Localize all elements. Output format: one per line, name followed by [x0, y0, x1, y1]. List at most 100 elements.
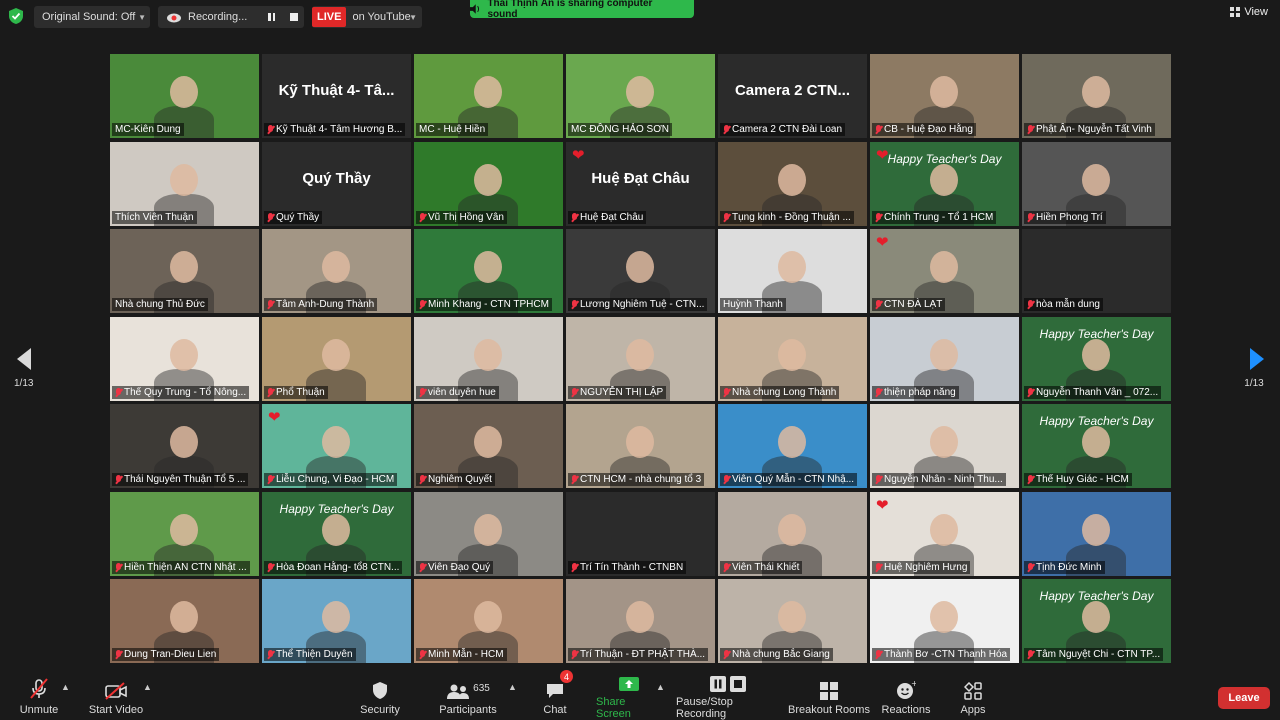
video-tile[interactable]: Lương Nghiêm Tuệ - CTN... — [566, 229, 715, 313]
live-badge: LIVE — [312, 7, 347, 27]
video-options-caret-icon[interactable]: ▲ — [143, 682, 152, 692]
video-tile[interactable]: Kỹ Thuật 4- Tâ... Kỹ Thuật 4- Tâm Hương B… — [262, 54, 411, 138]
participants-button[interactable]: 635 Participants — [436, 674, 500, 720]
video-tile[interactable]: Dung Tran-Dieu Lien — [110, 579, 259, 663]
participant-name-label: Thành Bơ -CTN Thanh Hóa — [872, 648, 1011, 661]
mic-muted-icon — [1027, 387, 1034, 397]
breakout-rooms-icon — [820, 682, 838, 700]
mic-muted-icon — [723, 125, 730, 134]
arrow-left-icon[interactable] — [16, 348, 31, 370]
apps-button[interactable]: Apps — [954, 674, 992, 720]
mic-muted-icon — [723, 650, 730, 659]
original-sound-toggle[interactable]: Original Sound: Off ▼ — [34, 6, 150, 28]
video-tile[interactable]: Vũ Thị Hồng Vân — [414, 141, 563, 226]
video-tile[interactable]: ❤ Liễu Chung, Vi Đạo - HCM — [262, 404, 411, 488]
participant-name: Tịnh Đức Minh — [1036, 561, 1102, 573]
video-tile[interactable]: MC - Huệ Hiền — [414, 54, 563, 138]
video-tile[interactable]: Happy Teacher's Day Thế Huy Giác - HCM — [1022, 404, 1171, 488]
video-tile[interactable]: Thế Quy Trung - Tổ Nông... — [110, 316, 259, 401]
video-tile[interactable]: Thích Viên Thuận — [110, 141, 259, 226]
video-tile[interactable]: Trí Thuận - ĐT PHẬT THÀ... — [566, 579, 715, 663]
video-tile[interactable]: Nhà chung Long Thành — [718, 316, 867, 401]
video-tile[interactable]: Tâm Anh-Dung Thành — [262, 229, 411, 313]
participants-caret-icon[interactable]: ▲ — [508, 682, 517, 692]
video-tile[interactable]: Quý Thầy Quý Thầy — [262, 141, 411, 226]
video-tile[interactable]: CTN HCM - nhà chung tổ 3 — [566, 404, 715, 488]
video-tile[interactable]: Happy Teacher's Day Tâm Nguyệt Chi - CTN … — [1022, 579, 1171, 663]
unmute-button[interactable]: Unmute — [14, 674, 64, 720]
video-tile[interactable]: viên duyên hue — [414, 316, 563, 401]
video-tile[interactable]: Nguyễn Nhân - Ninh Thu... — [870, 404, 1019, 488]
video-tile[interactable]: Minh Khang - CTN TPHCM — [414, 229, 563, 313]
share-options-caret-icon[interactable]: ▲ — [656, 682, 665, 692]
video-tile[interactable]: ❤ Huệ Nghiêm Hưng — [870, 491, 1019, 576]
video-tile[interactable]: Nhà chung Thủ Đức — [110, 229, 259, 313]
person-head — [474, 251, 502, 283]
video-tile[interactable]: Thái Nguyên Thuận Tổ 5 ... — [110, 404, 259, 488]
video-tile[interactable]: Tụng kinh - Đồng Thuận ... — [718, 141, 867, 226]
video-tile[interactable]: Thể Thiện Duyên — [262, 579, 411, 663]
video-tile[interactable]: Happy Teacher's Day ❤ Chính Trung - Tổ 1 H… — [870, 141, 1019, 226]
video-tile[interactable]: Nhà chung Bắc Giang — [718, 579, 867, 663]
pause-icon — [710, 676, 726, 692]
video-tile[interactable]: CB - Huệ Đạo Hằng — [870, 54, 1019, 138]
participant-name: Tụng kinh - Đồng Thuận ... — [732, 211, 851, 223]
video-tile[interactable]: Happy Teacher's Day Hòa Đoan Hằng- tổ8 CT… — [262, 491, 411, 576]
mic-muted-icon — [723, 387, 730, 397]
video-tile[interactable]: Viên Đạo Quý — [414, 491, 563, 576]
video-tile[interactable]: MC-Kiên Dung — [110, 54, 259, 138]
share-screen-button[interactable]: Share Screen — [596, 674, 662, 720]
participant-name: Tâm Nguyệt Chi - CTN TP... — [1036, 649, 1161, 660]
live-on-youtube[interactable]: LIVE on YouTube ▼ — [312, 6, 422, 28]
video-tile[interactable]: Phật Ân- Nguyễn Tất Vinh — [1022, 54, 1171, 138]
video-tile[interactable]: Minh Mẫn - HCM — [414, 579, 563, 663]
participant-name: hòa mẫn dung — [1036, 299, 1100, 310]
participant-name: Hiền Phong Trí — [1036, 211, 1103, 223]
video-tile[interactable]: Huỳnh Thanh — [718, 229, 867, 313]
chevron-down-icon[interactable]: ▼ — [138, 13, 146, 22]
leave-button[interactable]: Leave — [1218, 687, 1270, 709]
video-tile[interactable]: hòa mẫn dung — [1022, 229, 1171, 313]
video-tile[interactable]: thiện pháp năng — [870, 316, 1019, 401]
audio-options-caret-icon[interactable]: ▲ — [61, 682, 70, 692]
video-tile[interactable]: Thành Bơ -CTN Thanh Hóa — [870, 579, 1019, 663]
person-head — [170, 338, 198, 371]
security-shield-icon[interactable] — [9, 8, 23, 24]
chat-button[interactable]: 4 Chat — [537, 670, 573, 720]
pause-stop-recording-button[interactable]: Pause/Stop Recording — [676, 674, 780, 720]
video-tile[interactable]: Trí Tín Thành - CTNBN — [566, 491, 715, 576]
breakout-rooms-button[interactable]: Breakout Rooms — [788, 674, 870, 720]
recording-status: Recording... — [158, 6, 304, 28]
speaker-icon — [470, 4, 480, 14]
stop-recording-icon[interactable] — [290, 13, 298, 21]
arrow-right-icon[interactable] — [1250, 348, 1264, 370]
video-tile[interactable]: Viên Thái Khiết — [718, 491, 867, 576]
person-head — [930, 163, 958, 196]
security-button[interactable]: Security — [355, 674, 405, 720]
video-tile[interactable]: MC ĐỒNG HẢO SƠN — [566, 54, 715, 138]
reactions-button[interactable]: + Reactions — [880, 674, 932, 720]
teachers-day-banner: Happy Teacher's Day — [1039, 589, 1154, 603]
video-tile[interactable]: Huệ Đạt Châu ❤ Huệ Đạt Châu — [566, 141, 715, 226]
participant-name: Nhà chung Long Thành — [732, 386, 837, 398]
previous-page-button[interactable]: 1/13 — [14, 348, 33, 389]
chevron-down-icon[interactable]: ▼ — [409, 13, 417, 22]
video-tile[interactable]: Happy Teacher's Day Nguyễn Thanh Vân _ 07… — [1022, 316, 1171, 401]
video-tile[interactable]: Hiền Thiện AN CTN Nhật ... — [110, 491, 259, 576]
video-tile[interactable]: Tịnh Đức Minh — [1022, 491, 1171, 576]
video-tile[interactable]: Nghiêm Quyết — [414, 404, 563, 488]
next-page-button[interactable]: 1/13 — [1244, 348, 1264, 389]
video-tile[interactable]: Hiền Phong Trí — [1022, 141, 1171, 226]
mic-muted-icon — [571, 300, 578, 309]
video-tile[interactable]: Camera 2 CTN... Camera 2 CTN Đài Loan — [718, 54, 867, 138]
video-tile[interactable]: NGUYỄN THỊ LẬP — [566, 316, 715, 401]
pause-recording-icon[interactable] — [268, 13, 275, 21]
original-sound-label: Original Sound: Off — [42, 11, 136, 23]
participant-name-label: CB - Huệ Đạo Hằng — [872, 123, 976, 136]
video-tile[interactable]: ❤ CTN ĐÀ LẠT — [870, 229, 1019, 313]
participant-name-label: Nhà chung Bắc Giang — [720, 648, 833, 661]
video-tile[interactable]: Phổ Thuận — [262, 316, 411, 401]
video-tile[interactable]: Viên Quý Mẫn - CTN Nhậ... — [718, 404, 867, 488]
start-video-button[interactable]: Start Video — [86, 674, 146, 720]
view-button[interactable]: View — [1230, 6, 1268, 18]
